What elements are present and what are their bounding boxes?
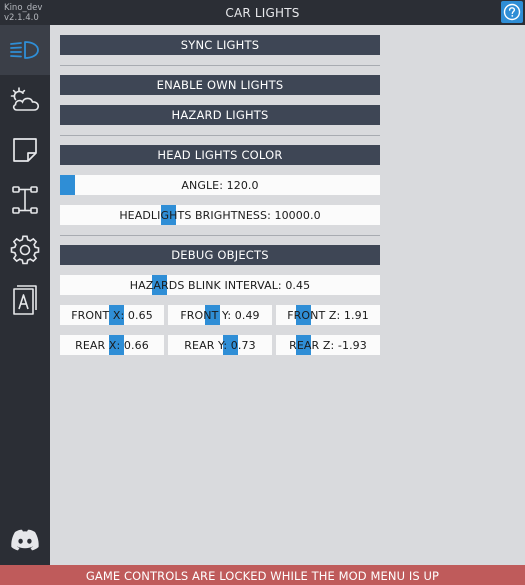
front-y-slider[interactable]: FRONT Y: 0.49 (168, 305, 272, 325)
title-bar: Kino_dev v2.1.4.0 CAR LIGHTS (0, 0, 525, 25)
slider-label: FRONT Y: 0.49 (180, 309, 260, 322)
slider-label: FRONT X: 0.65 (71, 309, 153, 322)
headlights-brightness-slider[interactable]: HEADLIGHTS BRIGHTNESS: 10000.0 (60, 205, 380, 225)
rear-z-slider[interactable]: REAR Z: -1.93 (276, 335, 380, 355)
slider-label: HEADLIGHTS BRIGHTNESS: 10000.0 (119, 209, 321, 222)
slider-label: FRONT Z: 1.91 (287, 309, 369, 322)
gear-icon (10, 235, 40, 265)
sidebar-tab-chassis[interactable] (0, 175, 50, 225)
sticky-note-icon (13, 138, 37, 162)
sync-lights-button[interactable]: SYNC LIGHTS (60, 35, 380, 55)
divider (60, 135, 380, 136)
headlight-icon (10, 41, 39, 59)
help-button[interactable] (501, 1, 523, 23)
controls-locked-banner: GAME CONTROLS ARE LOCKED WHILE THE MOD M… (0, 565, 525, 585)
rear-y-slider[interactable]: REAR Y: 0.73 (168, 335, 272, 355)
slider-label: ANGLE: 120.0 (181, 179, 259, 192)
slider-label: REAR Y: 0.73 (184, 339, 256, 352)
sidebar-tab-weather[interactable] (0, 75, 50, 125)
head-lights-color-button[interactable]: HEAD LIGHTS COLOR (60, 145, 380, 165)
discord-icon (11, 529, 39, 551)
slider-label: REAR X: 0.66 (75, 339, 149, 352)
letter-a-icon (13, 285, 37, 315)
question-circle-icon (503, 3, 521, 21)
slider-label: HAZARDS BLINK INTERVAL: 0.45 (129, 279, 311, 292)
page-title: CAR LIGHTS (225, 6, 300, 20)
enable-own-lights-button[interactable]: ENABLE OWN LIGHTS (60, 75, 380, 95)
angle-slider[interactable]: ANGLE: 120.0 (60, 175, 380, 195)
front-x-slider[interactable]: FRONT X: 0.65 (60, 305, 164, 325)
front-z-slider[interactable]: FRONT Z: 1.91 (276, 305, 380, 325)
sidebar-tab-notes[interactable] (0, 125, 50, 175)
axle-icon (12, 186, 38, 214)
main-panel: SYNC LIGHTS ENABLE OWN LIGHTS HAZARD LIG… (50, 25, 525, 565)
sun-cloud-icon (10, 87, 40, 111)
slider-label: REAR Z: -1.93 (289, 339, 367, 352)
sidebar-tab-discord[interactable] (0, 515, 50, 565)
sidebar-tab-text[interactable] (0, 275, 50, 325)
hazards-blink-interval-slider[interactable]: HAZARDS BLINK INTERVAL: 0.45 (60, 275, 380, 295)
hazard-lights-button[interactable]: HAZARD LIGHTS (60, 105, 380, 125)
divider (60, 235, 380, 236)
divider (60, 65, 380, 66)
sidebar-tab-lights[interactable] (0, 25, 50, 75)
debug-objects-button[interactable]: DEBUG OBJECTS (60, 245, 380, 265)
rear-x-slider[interactable]: REAR X: 0.66 (60, 335, 164, 355)
sidebar (0, 25, 50, 565)
sidebar-tab-settings[interactable] (0, 225, 50, 275)
